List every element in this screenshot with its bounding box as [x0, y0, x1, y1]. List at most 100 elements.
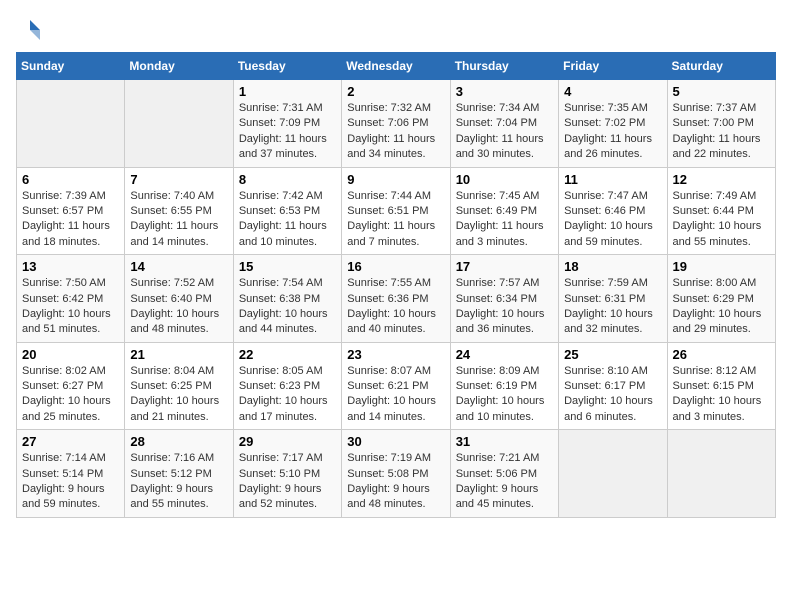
calendar-day-cell: 25 Sunrise: 8:10 AMSunset: 6:17 PMDayligh…: [559, 342, 667, 430]
calendar-day-cell: 23 Sunrise: 8:07 AMSunset: 6:21 PMDayligh…: [342, 342, 450, 430]
day-info: Sunrise: 7:14 AMSunset: 5:14 PMDaylight:…: [22, 451, 119, 513]
calendar-day-cell: [667, 430, 775, 518]
day-number: 19: [673, 259, 770, 274]
day-of-week-header: Thursday: [450, 53, 558, 80]
day-number: 14: [130, 259, 227, 274]
day-number: 18: [564, 259, 661, 274]
logo-icon: [16, 16, 44, 44]
calendar-day-cell: 3 Sunrise: 7:34 AMSunset: 7:04 PMDaylight…: [450, 80, 558, 168]
calendar-day-cell: 5 Sunrise: 7:37 AMSunset: 7:00 PMDaylight…: [667, 80, 775, 168]
calendar-day-cell: 22 Sunrise: 8:05 AMSunset: 6:23 PMDayligh…: [233, 342, 341, 430]
day-info: Sunrise: 7:31 AMSunset: 7:09 PMDaylight:…: [239, 101, 336, 163]
calendar-day-cell: 29 Sunrise: 7:17 AMSunset: 5:10 PMDayligh…: [233, 430, 341, 518]
day-info: Sunrise: 7:16 AMSunset: 5:12 PMDaylight:…: [130, 451, 227, 513]
day-of-week-header: Wednesday: [342, 53, 450, 80]
day-info: Sunrise: 7:35 AMSunset: 7:02 PMDaylight:…: [564, 101, 661, 163]
page-header: [16, 16, 776, 44]
day-number: 8: [239, 172, 336, 187]
day-number: 21: [130, 347, 227, 362]
calendar-day-cell: 11 Sunrise: 7:47 AMSunset: 6:46 PMDayligh…: [559, 167, 667, 255]
calendar-header-row: SundayMondayTuesdayWednesdayThursdayFrid…: [17, 53, 776, 80]
day-info: Sunrise: 7:19 AMSunset: 5:08 PMDaylight:…: [347, 451, 444, 513]
day-number: 3: [456, 84, 553, 99]
day-info: Sunrise: 7:17 AMSunset: 5:10 PMDaylight:…: [239, 451, 336, 513]
day-number: 24: [456, 347, 553, 362]
calendar-day-cell: 15 Sunrise: 7:54 AMSunset: 6:38 PMDayligh…: [233, 255, 341, 343]
calendar-day-cell: 20 Sunrise: 8:02 AMSunset: 6:27 PMDayligh…: [17, 342, 125, 430]
calendar-day-cell: [559, 430, 667, 518]
day-of-week-header: Sunday: [17, 53, 125, 80]
day-of-week-header: Saturday: [667, 53, 775, 80]
logo: [16, 16, 48, 44]
day-number: 9: [347, 172, 444, 187]
day-info: Sunrise: 8:12 AMSunset: 6:15 PMDaylight:…: [673, 364, 770, 426]
day-number: 7: [130, 172, 227, 187]
day-number: 1: [239, 84, 336, 99]
calendar-day-cell: 21 Sunrise: 8:04 AMSunset: 6:25 PMDayligh…: [125, 342, 233, 430]
day-info: Sunrise: 7:52 AMSunset: 6:40 PMDaylight:…: [130, 276, 227, 338]
day-info: Sunrise: 8:00 AMSunset: 6:29 PMDaylight:…: [673, 276, 770, 338]
day-info: Sunrise: 7:42 AMSunset: 6:53 PMDaylight:…: [239, 189, 336, 251]
day-info: Sunrise: 7:39 AMSunset: 6:57 PMDaylight:…: [22, 189, 119, 251]
calendar-day-cell: 4 Sunrise: 7:35 AMSunset: 7:02 PMDaylight…: [559, 80, 667, 168]
day-info: Sunrise: 8:04 AMSunset: 6:25 PMDaylight:…: [130, 364, 227, 426]
calendar-day-cell: 10 Sunrise: 7:45 AMSunset: 6:49 PMDayligh…: [450, 167, 558, 255]
calendar-day-cell: 1 Sunrise: 7:31 AMSunset: 7:09 PMDaylight…: [233, 80, 341, 168]
day-number: 15: [239, 259, 336, 274]
day-number: 2: [347, 84, 444, 99]
calendar-week-row: 20 Sunrise: 8:02 AMSunset: 6:27 PMDayligh…: [17, 342, 776, 430]
day-number: 23: [347, 347, 444, 362]
calendar-body: 1 Sunrise: 7:31 AMSunset: 7:09 PMDaylight…: [17, 80, 776, 518]
calendar-day-cell: 8 Sunrise: 7:42 AMSunset: 6:53 PMDaylight…: [233, 167, 341, 255]
day-info: Sunrise: 7:49 AMSunset: 6:44 PMDaylight:…: [673, 189, 770, 251]
calendar-day-cell: 24 Sunrise: 8:09 AMSunset: 6:19 PMDayligh…: [450, 342, 558, 430]
calendar-day-cell: 2Sunrise: 7:32 AMSunset: 7:06 PMDaylight…: [342, 80, 450, 168]
day-info: Sunrise: 7:34 AMSunset: 7:04 PMDaylight:…: [456, 101, 553, 163]
day-number: 31: [456, 434, 553, 449]
day-number: 26: [673, 347, 770, 362]
day-info: Sunrise: 7:59 AMSunset: 6:31 PMDaylight:…: [564, 276, 661, 338]
day-info: Sunrise: 8:09 AMSunset: 6:19 PMDaylight:…: [456, 364, 553, 426]
calendar-day-cell: 28 Sunrise: 7:16 AMSunset: 5:12 PMDayligh…: [125, 430, 233, 518]
day-info: Sunrise: 8:05 AMSunset: 6:23 PMDaylight:…: [239, 364, 336, 426]
calendar-day-cell: 14 Sunrise: 7:52 AMSunset: 6:40 PMDayligh…: [125, 255, 233, 343]
day-info: Sunrise: 7:47 AMSunset: 6:46 PMDaylight:…: [564, 189, 661, 251]
calendar-day-cell: 26 Sunrise: 8:12 AMSunset: 6:15 PMDayligh…: [667, 342, 775, 430]
day-number: 6: [22, 172, 119, 187]
calendar-week-row: 1 Sunrise: 7:31 AMSunset: 7:09 PMDaylight…: [17, 80, 776, 168]
day-info: Sunrise: 7:37 AMSunset: 7:00 PMDaylight:…: [673, 101, 770, 163]
day-info: Sunrise: 7:54 AMSunset: 6:38 PMDaylight:…: [239, 276, 336, 338]
day-info: Sunrise: 7:45 AMSunset: 6:49 PMDaylight:…: [456, 189, 553, 251]
calendar-day-cell: 17 Sunrise: 7:57 AMSunset: 6:34 PMDayligh…: [450, 255, 558, 343]
day-info: Sunrise: 8:10 AMSunset: 6:17 PMDaylight:…: [564, 364, 661, 426]
day-number: 25: [564, 347, 661, 362]
calendar-day-cell: 6 Sunrise: 7:39 AMSunset: 6:57 PMDaylight…: [17, 167, 125, 255]
day-number: 28: [130, 434, 227, 449]
day-info: Sunrise: 7:55 AMSunset: 6:36 PMDaylight:…: [347, 276, 444, 338]
day-number: 27: [22, 434, 119, 449]
day-number: 20: [22, 347, 119, 362]
calendar-day-cell: 9Sunrise: 7:44 AMSunset: 6:51 PMDaylight…: [342, 167, 450, 255]
calendar-day-cell: 12 Sunrise: 7:49 AMSunset: 6:44 PMDayligh…: [667, 167, 775, 255]
calendar-week-row: 27 Sunrise: 7:14 AMSunset: 5:14 PMDayligh…: [17, 430, 776, 518]
day-number: 17: [456, 259, 553, 274]
calendar-week-row: 6 Sunrise: 7:39 AMSunset: 6:57 PMDaylight…: [17, 167, 776, 255]
day-number: 5: [673, 84, 770, 99]
day-info: Sunrise: 8:02 AMSunset: 6:27 PMDaylight:…: [22, 364, 119, 426]
calendar-day-cell: 19 Sunrise: 8:00 AMSunset: 6:29 PMDayligh…: [667, 255, 775, 343]
calendar-day-cell: [17, 80, 125, 168]
day-number: 16: [347, 259, 444, 274]
day-number: 4: [564, 84, 661, 99]
calendar-day-cell: 18 Sunrise: 7:59 AMSunset: 6:31 PMDayligh…: [559, 255, 667, 343]
day-number: 22: [239, 347, 336, 362]
day-number: 12: [673, 172, 770, 187]
day-info: Sunrise: 7:57 AMSunset: 6:34 PMDaylight:…: [456, 276, 553, 338]
calendar-day-cell: 30 Sunrise: 7:19 AMSunset: 5:08 PMDayligh…: [342, 430, 450, 518]
day-number: 29: [239, 434, 336, 449]
calendar-day-cell: 16 Sunrise: 7:55 AMSunset: 6:36 PMDayligh…: [342, 255, 450, 343]
day-info: Sunrise: 8:07 AMSunset: 6:21 PMDaylight:…: [347, 364, 444, 426]
calendar-week-row: 13Sunrise: 7:50 AMSunset: 6:42 PMDayligh…: [17, 255, 776, 343]
day-number: 30: [347, 434, 444, 449]
day-number: 11: [564, 172, 661, 187]
day-number: 10: [456, 172, 553, 187]
